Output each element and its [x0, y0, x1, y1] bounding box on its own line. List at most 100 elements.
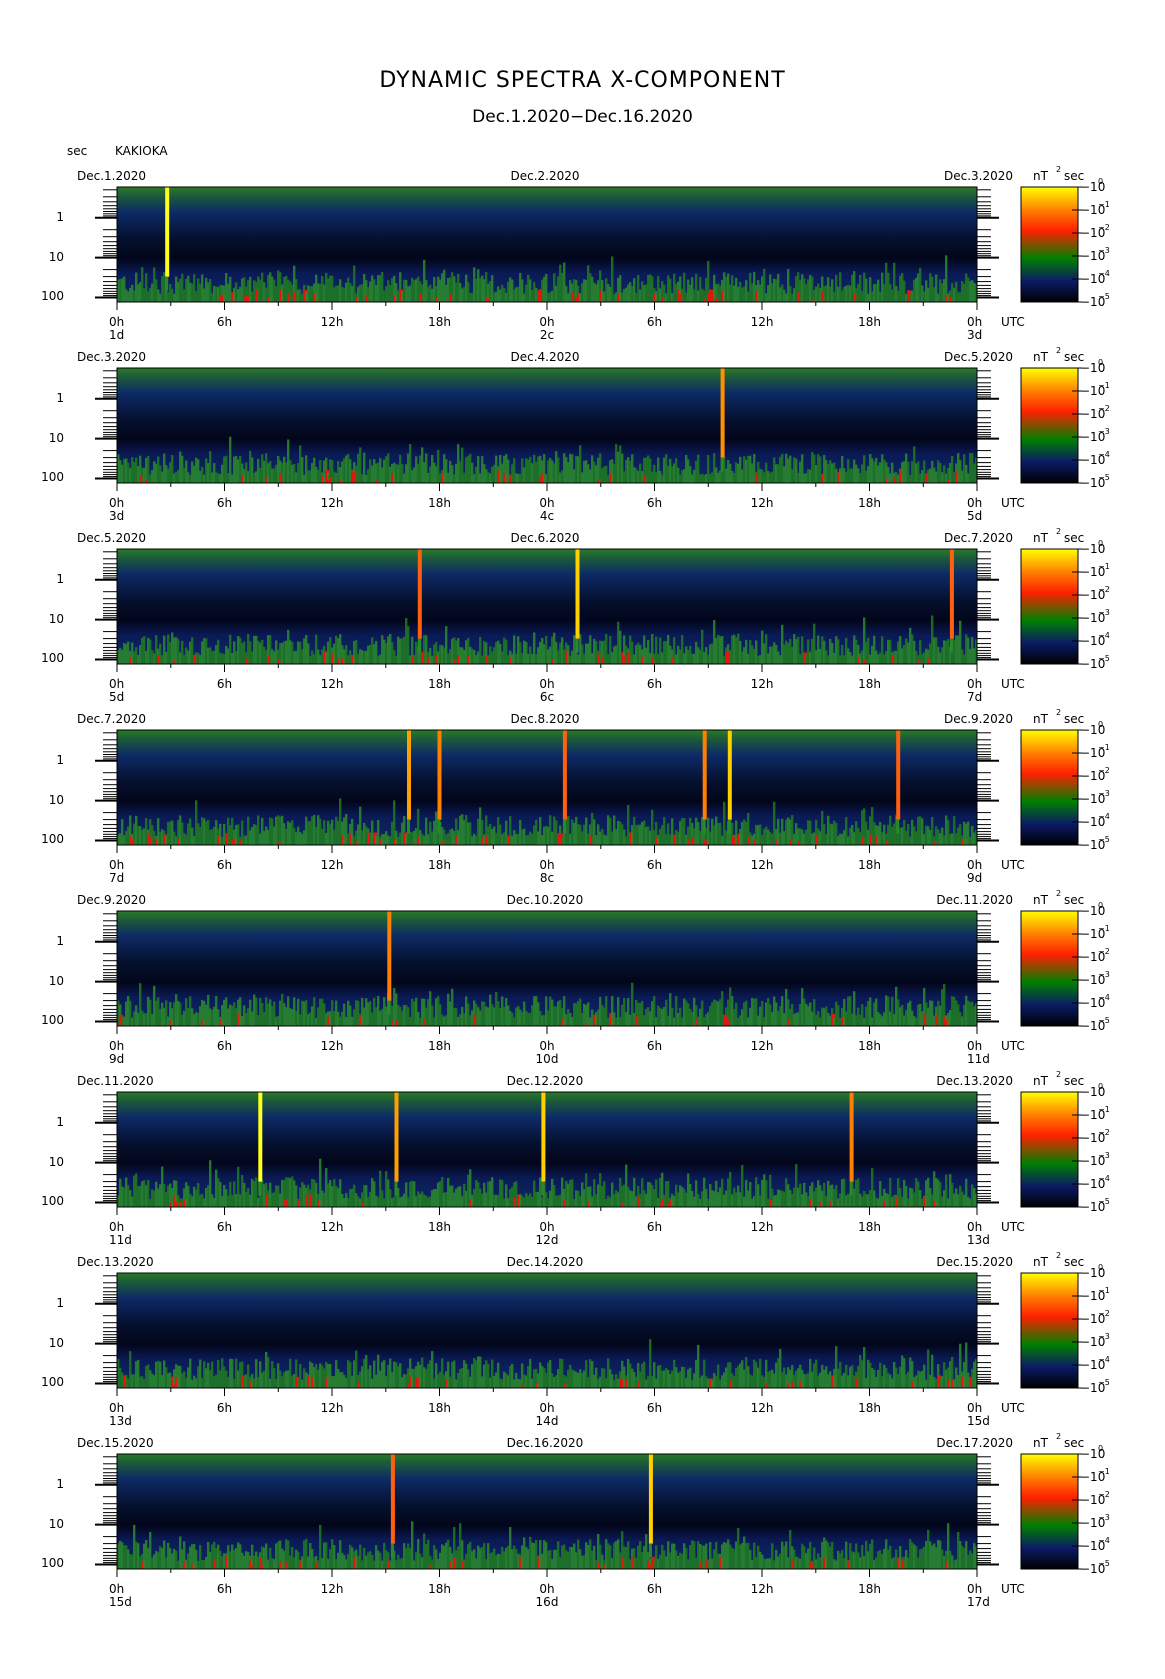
- day-label: 8c: [539, 871, 555, 885]
- colorbar-tick-exponent: −4: [1098, 812, 1110, 821]
- x-tick-label: 12h: [750, 315, 774, 329]
- spectral-spike: [258, 1092, 263, 1182]
- colorbar-tick-exponent: −3: [1098, 1151, 1110, 1160]
- x-tick-label: 18h: [428, 1401, 451, 1415]
- colorbar-unit: nT: [1033, 169, 1048, 183]
- spectrogram: [95, 910, 999, 1034]
- panel-date-right: Dec.17.2020: [936, 1436, 1013, 1450]
- colorbar-tick-exponent: −2: [1098, 1128, 1110, 1137]
- y-tick-label: 100: [41, 470, 64, 485]
- x-tick-label: 12h: [320, 1039, 344, 1053]
- colorbar-tick-exponent: −2: [1098, 585, 1110, 594]
- day-label: 7d: [109, 871, 125, 885]
- colorbar-tick-exponent: −2: [1098, 1490, 1110, 1499]
- x-tick-label: 6h: [216, 496, 233, 510]
- x-tick-label: 18h: [428, 315, 451, 329]
- colorbar-gradient: [1020, 1453, 1079, 1570]
- x-tick-label: 12h: [320, 677, 344, 691]
- x-tick-label: 12h: [750, 858, 774, 872]
- colorbar-unit: nT: [1033, 1255, 1048, 1269]
- spectrogram-background: [117, 1092, 977, 1207]
- panel-date-right: Dec.3.2020: [943, 169, 1013, 183]
- day-label: 10d: [535, 1052, 559, 1066]
- colorbar-tick-exponent: −5: [1098, 473, 1110, 482]
- panel-date-mid: Dec.8.2020: [510, 712, 580, 726]
- panel-date-mid: Dec.6.2020: [510, 531, 580, 545]
- panel-date-mid: Dec.14.2020: [506, 1255, 584, 1269]
- spectrogram-body: [95, 548, 999, 672]
- x-tick-label: 18h: [858, 315, 881, 329]
- colorbar-unit: nT: [1033, 1074, 1048, 1088]
- colorbar-tick-exponent: −2: [1098, 947, 1110, 956]
- colorbar-tick-exponent: −3: [1098, 427, 1110, 436]
- colorbar-tick-exponent: −5: [1098, 1559, 1110, 1568]
- spike-tail: [720, 457, 724, 472]
- x-tick-label: 6h: [216, 677, 233, 691]
- panel-date-left: Dec.5.2020: [77, 531, 147, 545]
- colorbar-tick-exponent: −3: [1098, 970, 1110, 979]
- spectral-spike: [541, 1092, 546, 1182]
- colorbar-unit: nT: [1033, 712, 1048, 726]
- x-tick-label: 12h: [750, 496, 774, 510]
- x-tick-label: 18h: [858, 1220, 881, 1234]
- colorbar-unit-exponent: 2: [1056, 527, 1062, 536]
- day-label: 16d: [535, 1595, 559, 1609]
- spectral-spike: [849, 1092, 854, 1182]
- colorbar-gradient: [1020, 910, 1079, 1027]
- day-label: 11d: [967, 1052, 990, 1066]
- day-label: 5d: [109, 690, 125, 704]
- colorbar-gradient: [1020, 367, 1079, 484]
- x-tick-label: 12h: [750, 1582, 774, 1596]
- day-label: 1d: [109, 328, 125, 342]
- panel-date-left: Dec.1.2020: [77, 169, 147, 183]
- spike-tail: [727, 819, 731, 834]
- colorbar-unit: nT: [1033, 893, 1048, 907]
- spike-tail: [949, 638, 953, 653]
- x-tick-label: 6h: [646, 1039, 663, 1053]
- day-label: 5d: [967, 509, 983, 523]
- colorbar-tick-exponent: 0: [1098, 1263, 1104, 1272]
- spike-tail: [437, 819, 441, 834]
- spectral-spike: [575, 549, 580, 639]
- colorbar-tick-exponent: −4: [1098, 1536, 1110, 1545]
- spectral-spike: [417, 549, 422, 639]
- colorbar-tick-exponent: −5: [1098, 1197, 1110, 1206]
- colorbar: [1020, 910, 1082, 1027]
- colorbar-tick-exponent: −3: [1098, 246, 1110, 255]
- colorbar: [1020, 367, 1082, 484]
- spectral-spike: [720, 368, 725, 458]
- colorbar: [1020, 729, 1082, 846]
- colorbar-tick-exponent: −3: [1098, 1513, 1110, 1522]
- panel-date-mid: Dec.4.2020: [510, 350, 580, 364]
- x-tick-label: 18h: [858, 858, 881, 872]
- colorbar-unit: nT: [1033, 350, 1048, 364]
- spectrogram-body: [95, 186, 999, 310]
- colorbar-gradient: [1020, 1272, 1079, 1389]
- colorbar: [1020, 1091, 1082, 1208]
- y-tick-label: 100: [41, 1013, 64, 1028]
- colorbar-gradient: [1020, 1091, 1079, 1208]
- x-unit-label: UTC: [1001, 677, 1025, 691]
- day-label: 15d: [109, 1595, 132, 1609]
- panel-date-right: Dec.7.2020: [943, 531, 1013, 545]
- x-tick-label: 6h: [216, 1582, 233, 1596]
- colorbar-tick-exponent: −3: [1098, 1332, 1110, 1341]
- panel-date-right: Dec.13.2020: [936, 1074, 1013, 1088]
- x-unit-label: UTC: [1001, 496, 1025, 510]
- x-tick-label: 6h: [216, 315, 233, 329]
- spike-tail: [394, 1181, 398, 1196]
- x-tick-label: 12h: [320, 1401, 344, 1415]
- colorbar-tick-exponent: 0: [1098, 720, 1104, 729]
- x-tick-label: 18h: [858, 677, 881, 691]
- x-tick-label: 6h: [216, 1220, 233, 1234]
- x-unit-label: UTC: [1001, 858, 1025, 872]
- spectrogram: [95, 1453, 999, 1577]
- colorbar-tick-exponent: −1: [1098, 1105, 1110, 1114]
- x-tick-label: 6h: [216, 858, 233, 872]
- x-unit-label: UTC: [1001, 1220, 1025, 1234]
- colorbar-gradient: [1020, 548, 1079, 665]
- colorbar-tick-exponent: −3: [1098, 789, 1110, 798]
- x-tick-label: 6h: [646, 858, 663, 872]
- spectrogram: [95, 367, 999, 491]
- spectral-spike: [562, 730, 567, 820]
